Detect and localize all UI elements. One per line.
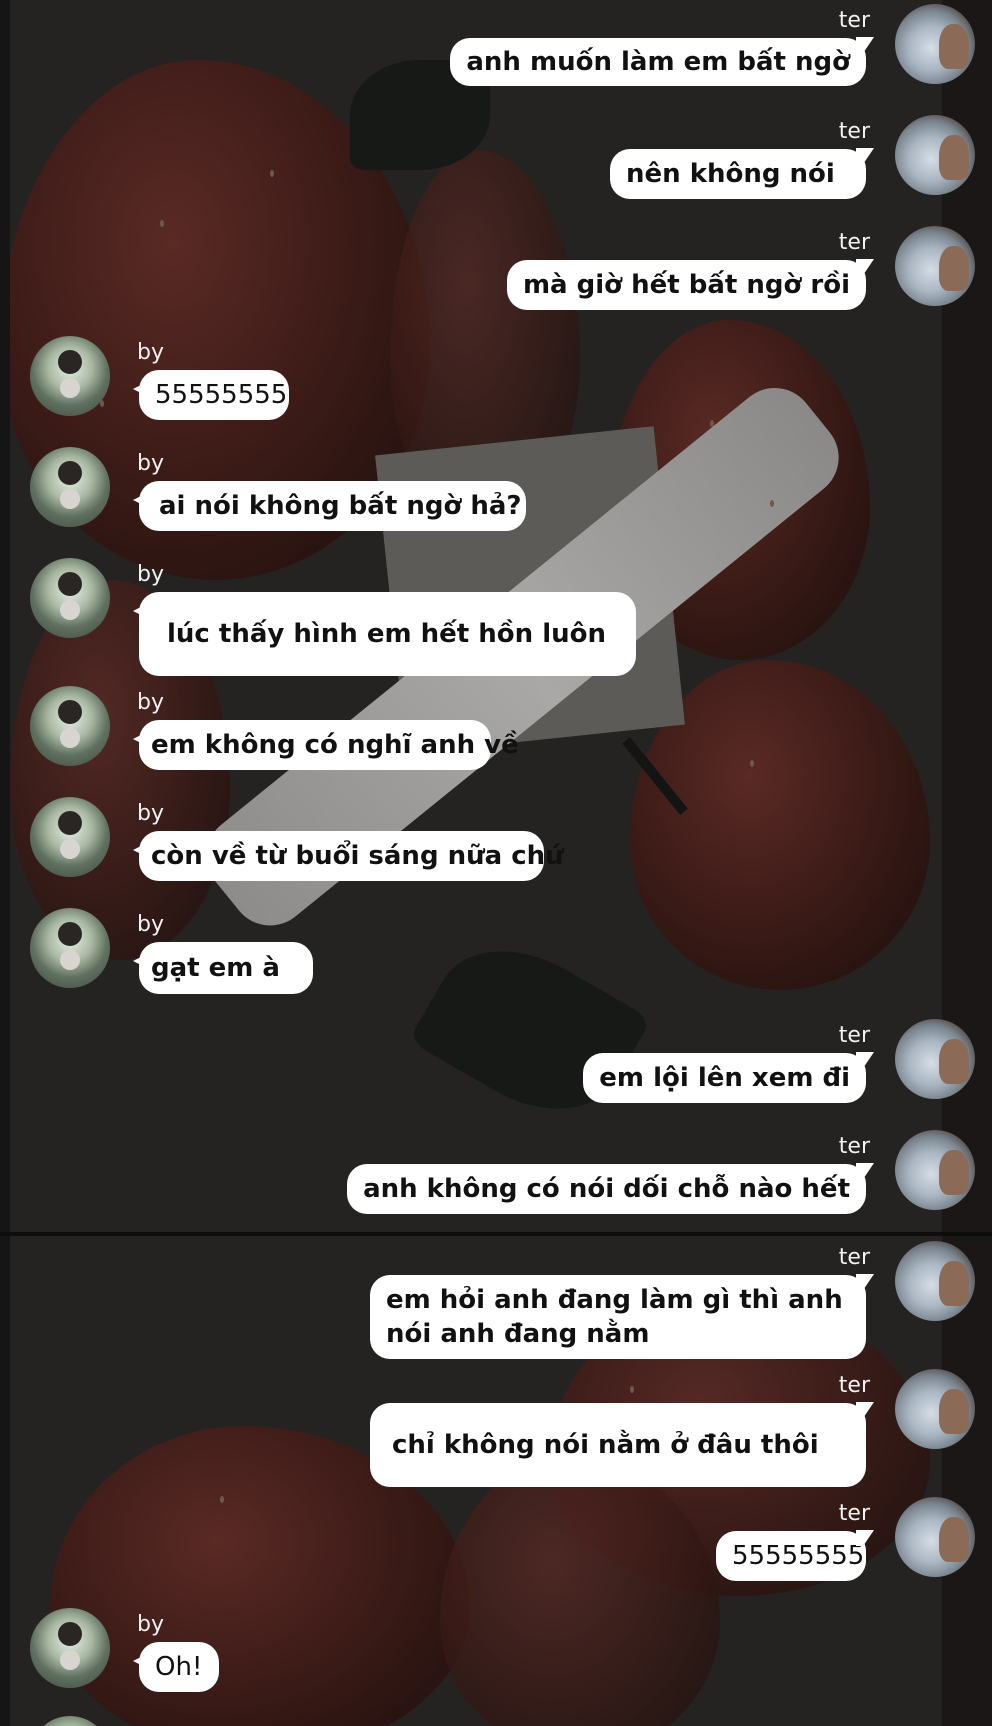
message-bubble[interactable]: 55555555: [716, 1531, 866, 1581]
sender-name: by: [137, 801, 164, 826]
screenshot-divider: [0, 1232, 992, 1236]
by-avatar[interactable]: [30, 336, 110, 416]
sender-name: ter: [838, 1373, 870, 1398]
message-bubble[interactable]: nên không nói: [610, 149, 866, 199]
sender-name: by: [137, 340, 164, 365]
sender-name: by: [137, 451, 164, 476]
by-avatar[interactable]: [30, 908, 110, 988]
sender-name: ter: [838, 230, 870, 255]
ter-avatar[interactable]: [895, 1130, 975, 1210]
message-bubble[interactable]: anh không có nói dối chỗ nào hết: [347, 1164, 866, 1214]
by-avatar[interactable]: [30, 558, 110, 638]
message-bubble[interactable]: lúc thấy hình em hết hồn luôn: [139, 592, 636, 676]
by-avatar[interactable]: [30, 1608, 110, 1688]
message-bubble[interactable]: 55555555: [139, 370, 289, 420]
chat-screen: ter anh muốn làm em bất ngờ ter nên khôn…: [0, 0, 992, 1726]
sender-name: by: [137, 690, 164, 715]
leaf-image: [408, 919, 652, 1141]
sender-name: ter: [838, 8, 870, 33]
ter-avatar[interactable]: [895, 1369, 975, 1449]
message-bubble[interactable]: em không có nghĩ anh về: [139, 720, 519, 770]
sender-name: ter: [838, 1023, 870, 1048]
ter-avatar[interactable]: [895, 226, 975, 306]
message-bubble[interactable]: chỉ không nói nằm ở đâu thôi: [370, 1403, 866, 1487]
message-bubble[interactable]: còn về từ buổi sáng nữa chứ: [139, 831, 564, 881]
ter-avatar[interactable]: [895, 1019, 975, 1099]
message-bubble[interactable]: mà giờ hết bất ngờ rồi: [506, 260, 866, 310]
by-avatar[interactable]: [30, 686, 110, 766]
message-bubble[interactable]: Oh!: [139, 1642, 219, 1692]
message-bubble[interactable]: anh muốn làm em bất ngờ: [450, 38, 866, 86]
sender-name: ter: [838, 119, 870, 144]
sender-name: ter: [838, 1501, 870, 1526]
ter-avatar[interactable]: [895, 115, 975, 195]
ter-avatar[interactable]: [895, 4, 975, 84]
by-avatar[interactable]: [30, 797, 110, 877]
sender-name: by: [137, 562, 164, 587]
message-bubble[interactable]: em lội lên xem đi: [583, 1053, 866, 1103]
ter-avatar[interactable]: [895, 1497, 975, 1577]
ter-avatar[interactable]: [895, 1241, 975, 1321]
sender-name: ter: [838, 1245, 870, 1270]
by-avatar[interactable]: [30, 447, 110, 527]
sender-name: ter: [838, 1134, 870, 1159]
message-bubble[interactable]: gạt em à: [139, 942, 313, 994]
message-bubble[interactable]: em hỏi anh đang làm gì thì anh nói anh đ…: [370, 1275, 866, 1359]
message-bubble[interactable]: ai nói không bất ngờ hả?: [139, 481, 526, 531]
sender-name: by: [137, 1612, 164, 1637]
sender-name: by: [137, 912, 164, 937]
